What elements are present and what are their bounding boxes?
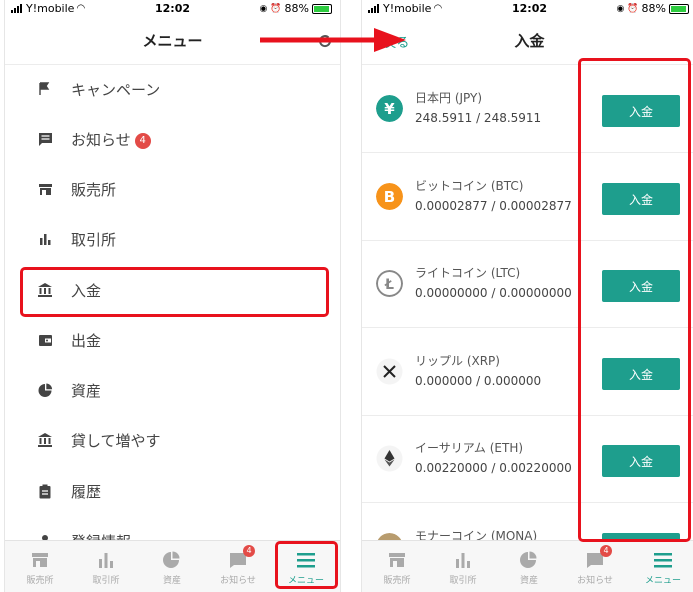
tab-assets[interactable]: 資産 — [139, 541, 205, 592]
highlight-deposit-buttons — [578, 58, 691, 542]
pie-chart-icon — [520, 551, 537, 568]
menu-item-label: 販売所 — [71, 180, 117, 199]
tab-label: 資産 — [162, 576, 181, 586]
battery-percent: 88% — [284, 2, 309, 15]
tab-label: 取引所 — [449, 576, 477, 586]
coin-name: ライトコイン (LTC) — [415, 266, 521, 280]
battery-percent: 88% — [641, 2, 666, 15]
coin-name: イーサリアム (ETH) — [415, 441, 524, 455]
menu-item-label: お知らせ — [71, 130, 131, 149]
tab-exchange[interactable]: 取引所 — [430, 541, 496, 592]
status-right: ◉ ⏰ 88% — [616, 2, 689, 15]
bar-chart-icon — [37, 231, 53, 247]
coin-name: 日本円 (JPY) — [415, 91, 483, 105]
coin-name: リップル (XRP) — [415, 354, 500, 368]
litecoin-icon: Ł — [376, 270, 403, 297]
tab-label: 販売所 — [383, 576, 411, 586]
arrow-icon — [260, 28, 406, 52]
status-bar: Y!mobile ◠ 12:02 ◉ ⏰ 88% — [5, 0, 340, 17]
store-icon — [37, 181, 53, 197]
tab-label: 取引所 — [92, 576, 120, 586]
menu-icon — [654, 553, 672, 568]
flag-icon — [37, 81, 53, 97]
coin-balance: 0.00220000 / 0.00220000 — [415, 461, 572, 475]
store-icon — [389, 553, 405, 567]
menu-item-exchange[interactable]: 取引所 — [5, 214, 340, 264]
coin-balance: 0.00002877 / 0.00002877 — [415, 199, 572, 213]
tab-menu[interactable]: メニュー — [630, 541, 693, 592]
bitcoin-icon: B — [376, 183, 403, 210]
tab-news[interactable]: 4 お知らせ — [205, 541, 271, 592]
menu-item-campaign[interactable]: キャンペーン — [5, 64, 340, 114]
menu-item-label: キャンペーン — [71, 80, 161, 99]
alarm-icon: ⏰ — [270, 3, 282, 14]
coin-name: ビットコイン (BTC) — [415, 179, 524, 193]
message-icon — [37, 131, 53, 147]
status-right: ◉ ⏰ 88% — [259, 2, 332, 15]
menu-item-label: 貸して増やす — [71, 431, 161, 450]
tab-label: メニュー — [644, 576, 681, 586]
bar-chart-icon — [456, 553, 470, 568]
xrp-icon — [376, 358, 403, 385]
tab-label: 資産 — [519, 576, 538, 586]
svg-text:B: B — [384, 188, 395, 206]
menu-item-label: 資産 — [71, 381, 102, 400]
status-bar: Y!mobile ◠ 12:02 ◉ ⏰ 88% — [362, 0, 693, 17]
tab-label: お知らせ — [577, 576, 613, 586]
wallet-icon — [37, 332, 53, 348]
tab-shop[interactable]: 販売所 — [364, 541, 430, 592]
bank-icon — [37, 432, 53, 448]
menu-item-label: 出金 — [71, 331, 102, 350]
menu-item-label: 履歴 — [71, 482, 102, 501]
pie-chart-icon — [37, 382, 53, 398]
menu-item-shop[interactable]: 販売所 — [5, 164, 340, 214]
menu-item-history[interactable]: 履歴 — [5, 466, 340, 516]
pie-chart-icon — [163, 551, 180, 568]
tab-news[interactable]: 4 お知らせ — [562, 541, 628, 592]
ethereum-icon — [376, 445, 403, 472]
highlight-deposit-menu — [20, 267, 329, 317]
battery-icon — [669, 3, 689, 14]
menu-item-label: 取引所 — [71, 230, 117, 249]
svg-text:¥: ¥ — [384, 100, 395, 118]
coin-balance: 248.5911 / 248.5911 — [415, 111, 542, 125]
notification-badge: 4 — [243, 545, 255, 557]
alarm-icon: ⏰ — [627, 3, 639, 14]
menu-item-assets[interactable]: 資産 — [5, 365, 340, 415]
bar-chart-icon — [99, 553, 113, 568]
tab-shop[interactable]: 販売所 — [7, 541, 73, 592]
battery-icon — [312, 3, 332, 14]
svg-text:Ł: Ł — [384, 277, 394, 293]
menu-item-news[interactable]: お知らせ 4 — [5, 114, 340, 164]
lock-rotation-icon: ◉ — [259, 3, 268, 14]
menu-item-withdraw[interactable]: 出金 — [5, 315, 340, 365]
yen-icon: ¥ — [376, 95, 403, 122]
tab-assets[interactable]: 資産 — [496, 541, 562, 592]
tab-bar: 販売所 取引所 資産 4 お知らせ メニュー — [362, 540, 693, 592]
clipboard-icon — [37, 483, 53, 499]
notification-badge: 4 — [134, 132, 151, 149]
highlight-menu-tab — [275, 541, 338, 589]
tab-label: 販売所 — [26, 576, 54, 586]
notification-badge: 4 — [600, 545, 612, 557]
lock-rotation-icon: ◉ — [616, 3, 625, 14]
menu-item-lending[interactable]: 貸して増やす — [5, 415, 340, 465]
coin-balance: 0.000000 / 0.000000 — [415, 374, 542, 388]
coin-balance: 0.00000000 / 0.00000000 — [415, 286, 572, 300]
tab-label: お知らせ — [220, 576, 256, 586]
tab-exchange[interactable]: 取引所 — [73, 541, 139, 592]
store-icon — [32, 553, 48, 567]
